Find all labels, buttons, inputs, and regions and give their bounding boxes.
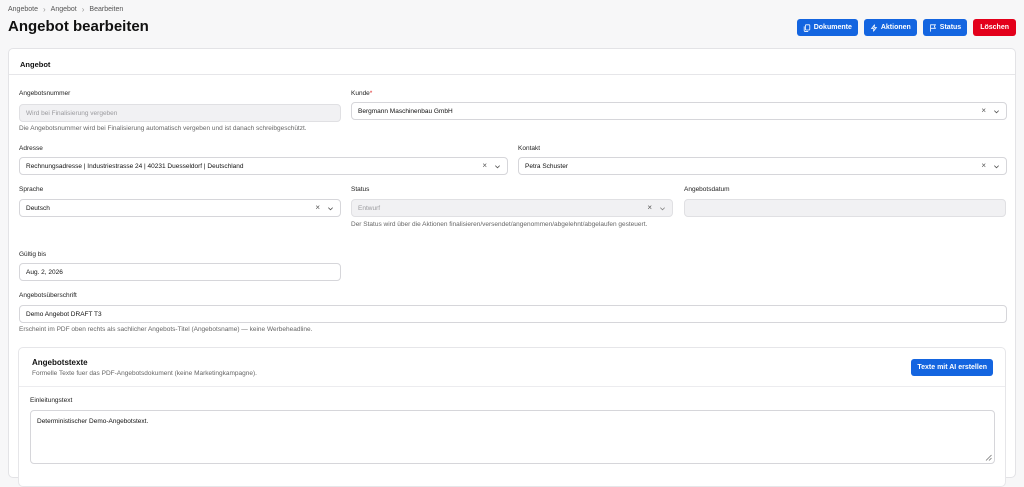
gueltig-bis-value: Aug. 2, 2026: [26, 268, 63, 276]
documents-icon: [803, 23, 810, 32]
adresse-label: Adresse: [19, 145, 43, 152]
status-value: Entwurf: [358, 204, 381, 212]
clear-icon[interactable]: ×: [981, 162, 986, 170]
aktionen-button[interactable]: Aktionen: [863, 19, 917, 36]
dokumente-button-label: Dokumente: [813, 24, 852, 31]
chevron-down-icon[interactable]: [993, 163, 1000, 170]
angebotsdatum-label: Angebotsdatum: [684, 186, 730, 193]
angebotsnummer-label: Angebotsnummer: [19, 90, 71, 97]
status-button[interactable]: Status: [922, 19, 968, 36]
status-button-label: Status: [939, 24, 962, 31]
angebotsdatum-input: [684, 199, 1006, 217]
einleitungstext-textarea[interactable]: Deterministischer Demo-Angebotstext.: [30, 410, 995, 464]
kunde-value: Bergmann Maschinenbau GmbH: [358, 107, 453, 115]
clear-icon[interactable]: ×: [981, 107, 986, 115]
chevron-down-icon[interactable]: [327, 205, 334, 212]
page-title: Angebot bearbeiten: [8, 18, 149, 35]
chevron-down-icon[interactable]: [993, 108, 1000, 115]
flag-icon: [929, 23, 936, 32]
texte-ai-button-label: Texte mit AI erstellen: [917, 364, 987, 371]
kontakt-select[interactable]: Petra Schuster ×: [518, 157, 1007, 175]
angebotstexte-description: Formelle Texte fuer das PDF-Angebotsdoku…: [32, 370, 257, 377]
clear-icon[interactable]: ×: [315, 204, 320, 212]
texte-ai-button[interactable]: Texte mit AI erstellen: [911, 359, 993, 376]
kontakt-value: Petra Schuster: [525, 162, 568, 170]
chevron-down-icon: [660, 206, 665, 210]
clear-icon: ×: [647, 203, 652, 212]
breadcrumb-item-bearbeiten: Bearbeiten: [89, 6, 124, 13]
ueberschrift-help: Erscheint im PDF oben rechts als sachlic…: [19, 326, 313, 333]
chevron-right-icon: ›: [42, 5, 46, 14]
loeschen-button-label: Löschen: [980, 24, 1009, 31]
adresse-select[interactable]: Rechnungsadresse | Industriestrasse 24 |…: [19, 157, 508, 175]
angebotsnummer-input: Wird bei Finalisierung vergeben: [19, 104, 341, 122]
angebotstexte-card: Angebotstexte Formelle Texte fuer das PD…: [18, 347, 1006, 487]
clear-icon[interactable]: ×: [482, 162, 487, 170]
ueberschrift-label: Angebotsüberschrift: [19, 292, 77, 299]
loeschen-button[interactable]: Löschen: [973, 19, 1016, 36]
sprache-select[interactable]: Deutsch ×: [19, 199, 341, 217]
sprache-label: Sprache: [19, 186, 44, 193]
breadcrumb-item-angebot[interactable]: Angebot: [51, 6, 77, 13]
chevron-right-icon: ›: [81, 5, 85, 14]
angebotsnummer-help: Die Angebotsnummer wird bei Finalisierun…: [19, 125, 307, 132]
header-actions: Dokumente Aktionen Status Löschen: [796, 19, 1016, 36]
angebotsnummer-placeholder: Wird bei Finalisierung vergeben: [26, 109, 118, 117]
chevron-down-icon[interactable]: [494, 163, 501, 170]
ueberschrift-input[interactable]: Demo Angebot DRAFT T3: [19, 305, 1007, 323]
status-label: Status: [351, 186, 370, 193]
required-mark: *: [369, 90, 373, 97]
lightning-icon: [870, 23, 878, 32]
ueberschrift-value: Demo Angebot DRAFT T3: [26, 310, 102, 318]
aktionen-button-label: Aktionen: [880, 24, 911, 31]
gueltig-bis-input[interactable]: Aug. 2, 2026: [19, 263, 341, 281]
dokumente-button[interactable]: Dokumente: [796, 19, 858, 36]
sprache-value: Deutsch: [26, 204, 50, 212]
kontakt-label: Kontakt: [518, 145, 541, 152]
kunde-label-text: Kunde: [351, 90, 370, 97]
adresse-value: Rechnungsadresse | Industriestrasse 24 |…: [26, 162, 244, 170]
divider: [19, 386, 1005, 387]
einleitungstext-value: Deterministischer Demo-Angebotstext.: [37, 418, 149, 425]
kunde-select[interactable]: Bergmann Maschinenbau GmbH ×: [351, 102, 1007, 120]
resize-handle-icon[interactable]: [985, 454, 992, 461]
breadcrumb-item-angebote[interactable]: Angebote: [8, 6, 38, 13]
gueltig-bis-label: Gültig bis: [19, 251, 47, 258]
status-help: Der Status wird über die Aktionen finali…: [351, 221, 648, 228]
status-select: Entwurf ×: [351, 199, 673, 217]
kunde-label: Kunde*: [351, 90, 372, 97]
angebot-card: Angebot Angebotsnummer Wird bei Finalisi…: [8, 48, 1016, 487]
breadcrumb: Angebote › Angebot › Bearbeiten: [8, 5, 123, 14]
einleitungstext-label: Einleitungstext: [30, 397, 73, 404]
angebotstexte-title: Angebotstexte: [32, 358, 88, 367]
card-title: Angebot: [9, 49, 1015, 75]
